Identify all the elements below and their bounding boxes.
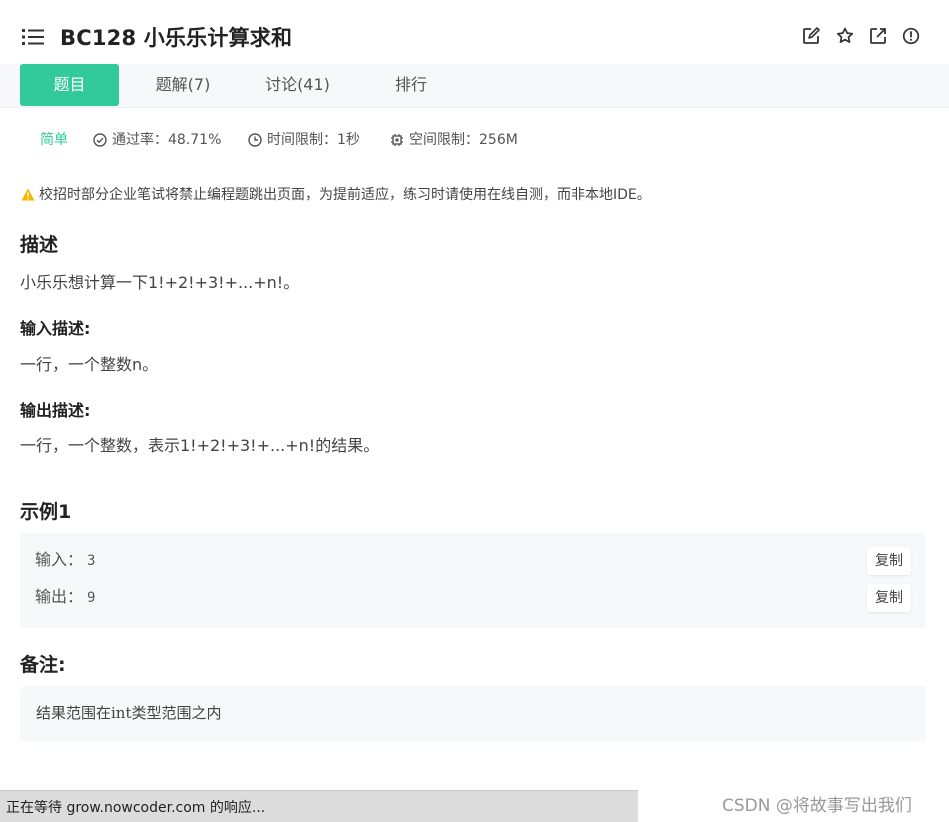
example-input-row: 输入： 3 [35, 548, 95, 572]
note-text: 结果范围在int类型范围之内 [36, 704, 222, 722]
browser-status-bar: 正在等待 grow.nowcoder.com 的响应... [0, 790, 638, 822]
time-limit-text: 时间限制：1秒 [267, 132, 360, 148]
clock-icon [248, 133, 262, 147]
problem-header: BC128 小乐乐计算求和 [0, 0, 949, 64]
exam-notice: 校招时部分企业笔试将禁止编程题跳出页面，为提前适应，练习时请使用在线自测，而非本… [21, 185, 651, 205]
space-limit: 空间限制：256M [390, 130, 518, 150]
tab-ranking[interactable]: 排行 [375, 64, 447, 106]
problem-title: BC128 小乐乐计算求和 [60, 26, 293, 50]
example-output-value[interactable]: 9 [87, 590, 95, 606]
example-input-label: 输入： [35, 550, 84, 569]
external-link-icon[interactable] [869, 27, 887, 45]
output-desc-text: 一行，一个整数，表示1!+2!+3!+...+n!的结果。 [20, 436, 380, 455]
list-icon[interactable] [22, 28, 44, 46]
tab-bar: 题目 题解(7) 讨论(41) 排行 [0, 64, 949, 108]
example-output-label: 输出： [35, 587, 84, 606]
description-heading: 描述 [20, 234, 59, 256]
copy-output-button[interactable]: 复制 [867, 584, 911, 612]
info-icon[interactable] [902, 27, 920, 45]
pass-rate-text: 通过率：48.71% [112, 132, 222, 148]
star-icon[interactable] [836, 27, 854, 45]
difficulty-badge: 简单 [40, 132, 68, 148]
pass-rate: 通过率：48.71% [93, 130, 221, 150]
example-input-value[interactable]: 3 [87, 553, 95, 569]
output-desc-heading: 输出描述: [20, 401, 91, 420]
tab-solutions[interactable]: 题解(7) [140, 64, 226, 106]
note-box: 结果范围在int类型范围之内 [20, 686, 926, 742]
watermark: CSDN @将故事写出我们 [722, 796, 912, 816]
input-desc-text: 一行，一个整数n。 [20, 355, 159, 374]
description-text: 小乐乐想计算一下1!+2!+3!+...+n!。 [20, 273, 300, 292]
copy-input-button[interactable]: 复制 [867, 547, 911, 575]
example-heading: 示例1 [20, 501, 72, 523]
edit-icon[interactable] [802, 27, 820, 45]
check-circle-icon [93, 133, 107, 147]
tab-problem[interactable]: 题目 [20, 64, 119, 106]
status-text: 正在等待 grow.nowcoder.com 的响应... [6, 800, 266, 816]
warning-icon [21, 188, 35, 201]
example-box: 输入： 3 复制 输出： 9 复制 [20, 533, 926, 628]
chip-icon [391, 134, 403, 146]
note-heading: 备注: [20, 654, 66, 676]
input-desc-heading: 输入描述: [20, 319, 91, 338]
notice-text: 校招时部分企业笔试将禁止编程题跳出页面，为提前适应，练习时请使用在线自测，而非本… [39, 187, 651, 203]
tab-discussion[interactable]: 讨论(41) [250, 64, 345, 106]
time-limit: 时间限制：1秒 [248, 130, 360, 150]
example-output-row: 输出： 9 [35, 585, 95, 609]
space-limit-text: 空间限制：256M [409, 132, 518, 148]
